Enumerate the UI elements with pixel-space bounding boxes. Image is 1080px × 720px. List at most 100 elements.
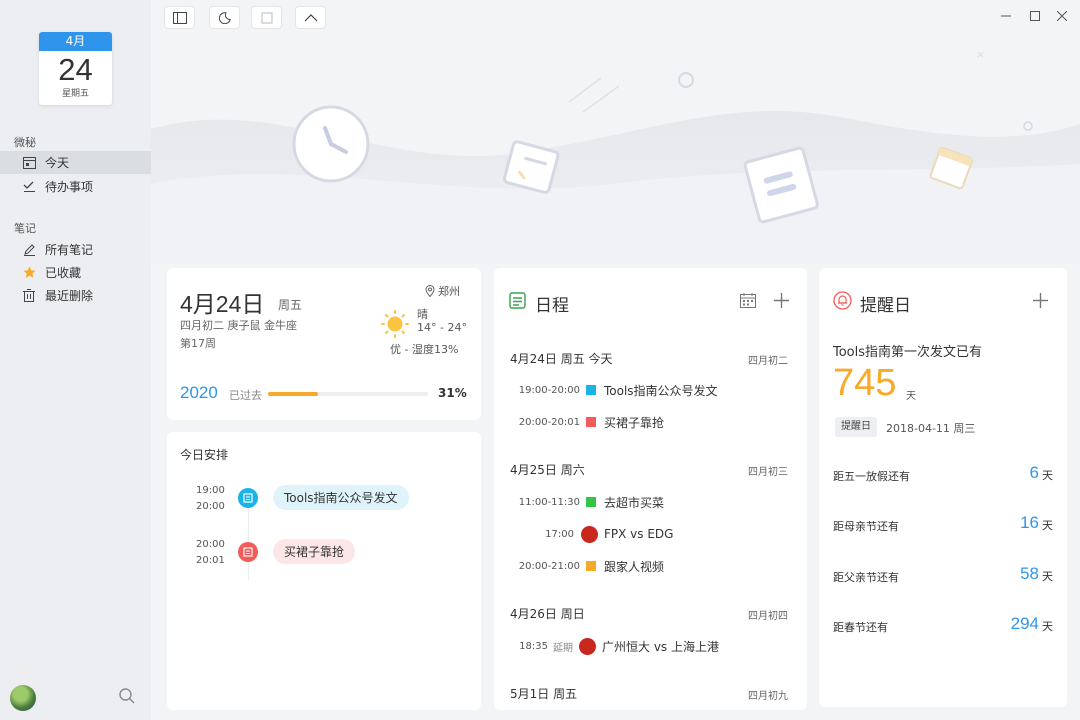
day-lunar: 四月初九 <box>748 691 788 702</box>
day-header: 4月26日 周日 <box>510 607 585 621</box>
close-icon <box>1057 11 1067 21</box>
countdown-unit: 天 <box>1042 469 1053 482</box>
schedule-event[interactable]: 18:35 延期 广州恒大 vs 上海上港 <box>494 636 807 656</box>
schedule-event[interactable]: 20:00-20:01 买裙子靠抢 <box>494 412 807 432</box>
event-color <box>586 497 596 507</box>
today-date: 4月24日 <box>180 291 265 317</box>
countdown-value: 58 <box>1020 564 1039 583</box>
minimize-icon <box>1001 15 1011 17</box>
reminder-date: 2018-04-11 周三 <box>886 422 976 435</box>
reminder-title: 提醒日 <box>860 296 911 316</box>
schedule-card: 日程 4月24日 周五 今天 四月初二 19:00-20:00 Tools指南公… <box>494 268 807 710</box>
reminder-tag: 提醒日 <box>835 417 877 437</box>
note-icon <box>238 542 258 562</box>
schedule-event[interactable]: 19:00-20:00 Tools指南公众号发文 <box>494 380 807 400</box>
team-logo-icon <box>581 525 598 543</box>
sidebar-item-label: 最近删除 <box>45 289 94 303</box>
dark-mode-button[interactable] <box>210 7 239 28</box>
weather-condition: 晴 <box>417 308 428 321</box>
day-lunar: 四月初三 <box>748 467 788 478</box>
countdown-row[interactable]: 距母亲节还有 16 天 <box>833 513 1053 535</box>
event-label: 去超市买菜 <box>604 495 665 510</box>
week-number: 第17周 <box>180 337 216 350</box>
day-header: 4月24日 周五 今天 <box>510 352 613 366</box>
arrange-start: 20:00 <box>196 539 225 550</box>
arrange-item[interactable]: Tools指南公众号发文 <box>273 485 409 510</box>
countdown-row[interactable]: 距五一放假还有 6 天 <box>833 463 1053 485</box>
square-icon <box>261 12 272 23</box>
sidebar-item-trash[interactable]: 最近删除 <box>0 284 151 307</box>
day-header: 5月1日 周五 <box>510 687 578 701</box>
sun-icon <box>381 310 409 338</box>
day-header: 4月25日 周六 <box>510 463 585 477</box>
schedule-event[interactable]: 17:00 FPX vs EDG <box>494 524 807 544</box>
maximize-button[interactable] <box>1027 8 1043 24</box>
sidebar: 4月 24 星期五 微秘 今天 待办事项 笔记 所有笔记 已收藏 最近删除 <box>0 0 151 720</box>
avatar[interactable] <box>10 685 36 711</box>
header-illustration <box>151 51 1080 264</box>
event-time: 20:00-20:01 <box>518 416 580 428</box>
section-title-weimi: 微秘 <box>14 136 36 149</box>
bell-icon <box>833 291 852 310</box>
event-label: FPX vs EDG <box>604 527 674 541</box>
sidebar-item-all-notes[interactable]: 所有笔记 <box>0 238 151 261</box>
add-schedule-icon[interactable] <box>774 293 789 308</box>
schedule-event[interactable]: 20:00-21:00 跟家人视频 <box>494 556 807 576</box>
sidebar-item-todo[interactable]: 待办事项 <box>0 175 151 198</box>
search-icon[interactable] <box>118 687 138 707</box>
year-percent: 31% <box>438 386 467 400</box>
air-quality: 优 - 湿度13% <box>390 343 459 356</box>
sidebar-toggle-icon <box>172 11 187 24</box>
moon-icon <box>218 11 231 24</box>
pencil-icon <box>22 243 36 257</box>
sidebar-toggle-button[interactable] <box>165 7 194 28</box>
calendar-view-icon[interactable] <box>740 293 756 308</box>
event-time: 18:35 <box>519 640 548 652</box>
arrange-item[interactable]: 买裙子靠抢 <box>273 539 356 564</box>
arrange-end: 20:01 <box>196 555 225 566</box>
reminder-headline: Tools指南第一次发文已有 <box>833 345 983 360</box>
location[interactable]: 郑州 <box>425 283 460 299</box>
schedule-icon <box>509 292 526 309</box>
countdown-label: 距母亲节还有 <box>833 520 899 533</box>
year-progress-bar <box>268 392 428 396</box>
today-card: 4月24日 周五 四月初二 庚子鼠 金牛座 第17周 郑州 晴 14° - 24… <box>167 268 481 420</box>
arrange-start: 19:00 <box>196 485 225 496</box>
sidebar-item-label: 待办事项 <box>45 180 94 194</box>
event-label: 跟家人视频 <box>604 559 665 574</box>
location-pin-icon <box>425 285 435 297</box>
arrange-end: 20:00 <box>196 501 225 512</box>
day-lunar: 四月初四 <box>748 611 788 622</box>
countdown-unit: 天 <box>1042 620 1053 633</box>
window-mode-button[interactable] <box>252 7 281 28</box>
chevron-up-icon <box>304 14 317 22</box>
countdown-value: 294 <box>1010 614 1039 633</box>
schedule-title: 日程 <box>535 296 569 316</box>
event-color <box>586 385 596 395</box>
sidebar-item-today[interactable]: 今天 <box>0 151 151 174</box>
schedule-event[interactable]: 11:00-11:30 去超市买菜 <box>494 492 807 512</box>
close-button[interactable] <box>1054 8 1070 24</box>
event-time: 11:00-11:30 <box>518 496 580 508</box>
minimize-button[interactable] <box>998 8 1014 24</box>
star-icon <box>22 266 36 280</box>
calendar-weekday: 星期五 <box>61 89 89 99</box>
event-label: 广州恒大 vs 上海上港 <box>602 639 719 654</box>
lunar-info: 四月初二 庚子鼠 金牛座 <box>180 319 297 332</box>
add-reminder-icon[interactable] <box>1033 293 1048 308</box>
maximize-icon <box>1030 11 1040 21</box>
calendar-badge[interactable]: 4月 24 星期五 <box>39 32 112 105</box>
sidebar-item-favorites[interactable]: 已收藏 <box>0 261 151 284</box>
note-icon <box>238 488 258 508</box>
countdown-label: 距五一放假还有 <box>833 470 910 483</box>
city-name: 郑州 <box>438 285 460 298</box>
event-time: 17:00 <box>545 528 574 540</box>
countdown-row[interactable]: 距父亲节还有 58 天 <box>833 564 1053 586</box>
calendar-month: 4月 <box>39 32 112 51</box>
reminder-card: 提醒日 Tools指南第一次发文已有 745 天 提醒日 2018-04-11 … <box>819 268 1067 707</box>
collapse-button[interactable] <box>296 7 325 28</box>
event-color <box>586 561 596 571</box>
countdown-label: 距春节还有 <box>833 621 888 634</box>
team-logo-icon <box>579 637 596 655</box>
countdown-row[interactable]: 距春节还有 294 天 <box>833 614 1053 636</box>
